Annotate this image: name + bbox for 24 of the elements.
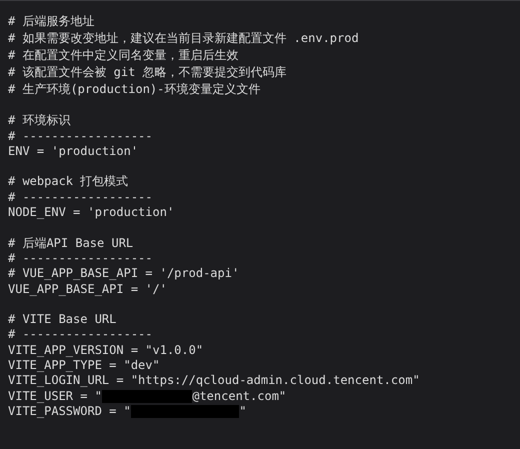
code-text: VITE_USER = " [8,388,102,404]
code-line: # webpack 打包模式 [8,174,128,190]
code-line: # 如果需要改变地址，建议在当前目录新建配置文件 .env.prod [8,30,359,47]
code-line: # 后端API Base URL [8,236,134,251]
code-line: # 后端服务地址 [8,13,94,30]
code-line: # VUE_APP_BASE_API = '/prod-api' [8,266,240,282]
code-line: # 环境标识 [8,113,70,129]
code-line: VITE_APP_VERSION = "v1.0.0" [8,342,204,358]
code-line: VITE_LOGIN_URL = "https://qcloud-admin.cloud.tencent.com" [8,373,420,389]
code-line: # 在配置文件中定义同名变量，重启后生效 [8,47,238,64]
code-line: # 生产环境(production)-环境变量定义文件 [8,81,260,98]
code-line: # ------------------ [8,327,152,343]
code-line: VITE_APP_TYPE = "dev" [8,358,160,374]
code-text: " [239,404,246,420]
code-line: NODE_ENV = 'production' [8,205,174,220]
code-line: ENV = 'production' [8,144,138,160]
code-line: # ------------------ [8,250,152,266]
code-text: @tencent.com" [192,388,286,404]
code-line: # ------------------ [8,190,152,206]
code-text: VITE_PASSWORD = " [8,404,131,420]
code-line: # VITE Base URL [8,312,116,328]
code-line: # 该配置文件会被 git 忽略，不需要提交到代码库 [8,64,287,81]
code-line: # ------------------ [8,128,152,144]
code-line: VUE_APP_BASE_API = '/' [8,282,167,297]
